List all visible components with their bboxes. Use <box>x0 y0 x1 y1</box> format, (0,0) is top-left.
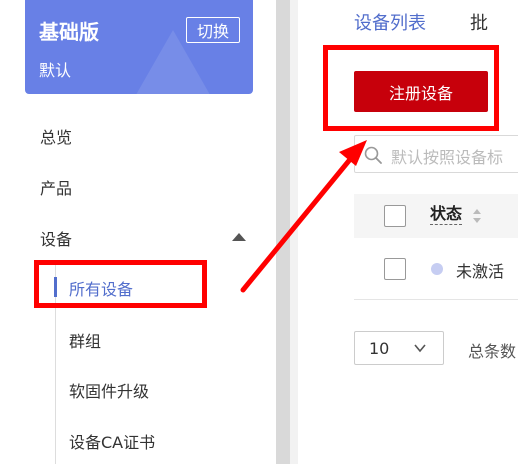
device-status: 未激活 <box>456 262 505 281</box>
sidebar-item-device[interactable]: 设备 <box>40 226 72 250</box>
search-icon <box>364 146 382 164</box>
switch-edition-button[interactable]: 切换 <box>186 17 240 43</box>
search-input[interactable]: 默认按照设备标 <box>354 135 518 173</box>
sidebar: 基础版 切换 默认 总览 产品 设备 所有设备 群组 软固件升级 设备CA证书 <box>0 0 276 464</box>
tab-batch[interactable]: 批 <box>470 9 488 35</box>
sidebar-item-device-ca-cert[interactable]: 设备CA证书 <box>69 429 155 453</box>
sidebar-item-firmware-upgrade[interactable]: 软固件升级 <box>69 378 149 402</box>
sidebar-item-groups[interactable]: 群组 <box>69 328 101 352</box>
tab-device-list[interactable]: 设备列表 <box>354 9 426 35</box>
select-all-checkbox[interactable] <box>384 205 406 227</box>
page-size-select[interactable]: 10 <box>354 331 444 365</box>
table-header: 状态 <box>354 194 518 238</box>
sidebar-item-overview[interactable]: 总览 <box>40 124 72 148</box>
edition-name: 基础版 <box>39 20 99 44</box>
row-checkbox[interactable] <box>384 258 406 280</box>
sort-icon[interactable] <box>472 208 482 224</box>
chevron-down-icon <box>414 344 426 353</box>
caret-up-icon[interactable] <box>232 233 246 241</box>
annotation-box-register <box>323 45 499 131</box>
search-placeholder: 默认按照设备标 <box>391 148 504 167</box>
screenshot-stage: 基础版 切换 默认 总览 产品 设备 所有设备 群组 软固件升级 设备CA证书 … <box>0 0 518 464</box>
page-size-value: 10 <box>369 339 390 358</box>
table-row: 未激活 <box>354 238 518 300</box>
annotation-box-all-devices <box>34 260 207 308</box>
status-dot-icon <box>431 263 443 275</box>
total-count-label: 总条数 <box>468 342 517 361</box>
panel-gutter <box>290 0 298 464</box>
edition-card: 基础版 切换 默认 <box>25 0 253 94</box>
sidebar-item-product[interactable]: 产品 <box>40 175 72 199</box>
instance-name: 默认 <box>39 61 72 80</box>
panel-divider[interactable] <box>276 0 290 464</box>
column-header-status[interactable]: 状态 <box>430 204 463 225</box>
